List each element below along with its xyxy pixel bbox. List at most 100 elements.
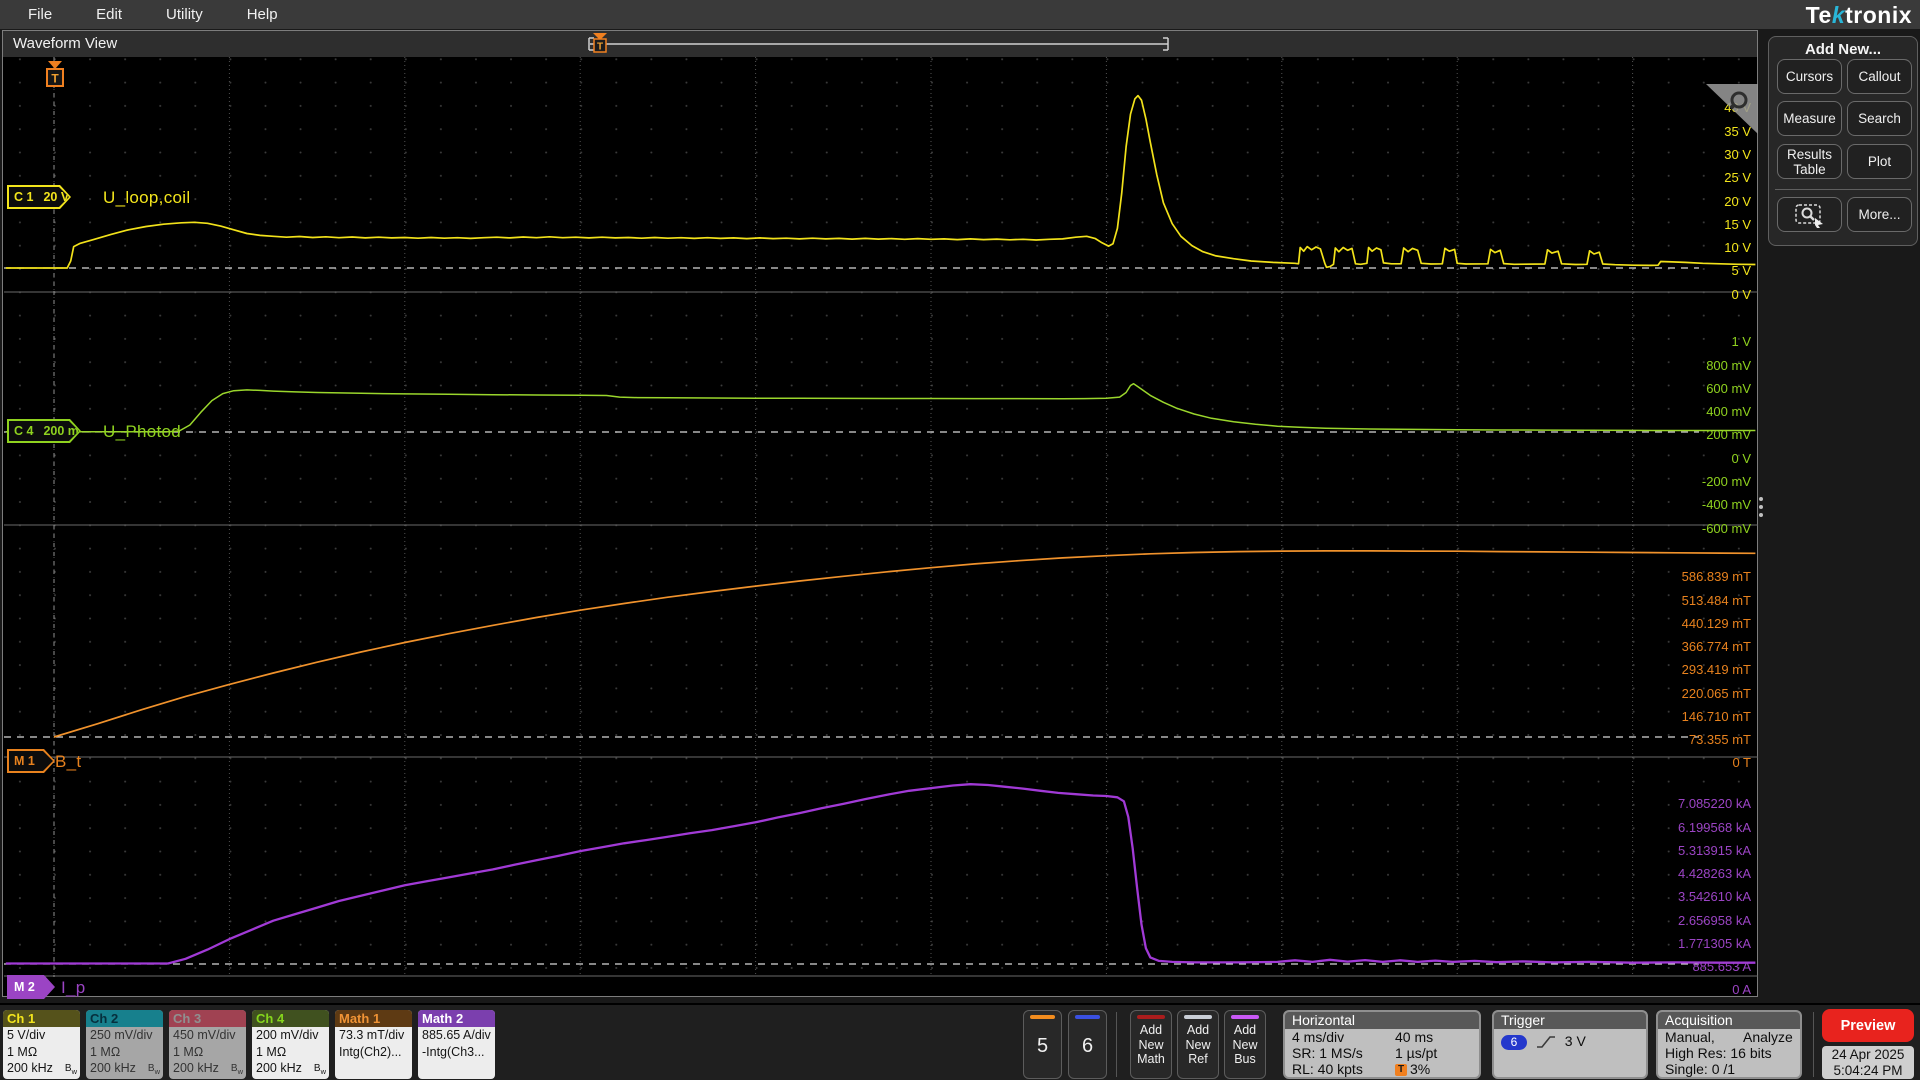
- badge-text: M 2: [14, 980, 35, 994]
- scope-button-6[interactable]: 6: [1068, 1010, 1107, 1079]
- axis-tick-label: 366.774 mT: [1681, 639, 1751, 655]
- channel-badge-m1[interactable]: M 1: [7, 749, 55, 773]
- acquisition-title: Acquisition: [1658, 1012, 1800, 1029]
- acq-mode: Manual,: [1665, 1029, 1715, 1045]
- axis-tick-label: 35 V: [1724, 123, 1751, 139]
- card-row: 73.3 mT/div: [339, 1028, 405, 1042]
- axis-tick-label: 586.839 mT: [1681, 569, 1751, 585]
- card-row: 1 MΩ: [256, 1044, 287, 1059]
- tektronix-logo: Tektronix: [1806, 2, 1912, 29]
- acquisition-panel[interactable]: Acquisition Manual, Analyze High Res: 16 …: [1656, 1010, 1802, 1079]
- add-new-results-table-button[interactable]: Results Table: [1777, 144, 1842, 179]
- graticule-dots: [4, 57, 1758, 977]
- svg-text:T: T: [597, 42, 603, 53]
- axis-tick-label: -200 mV: [1701, 474, 1751, 490]
- acq-resolution: High Res: 16 bits: [1665, 1045, 1772, 1061]
- axis-tick-label: 3.542610 kA: [1677, 889, 1751, 905]
- add-button-line: Add: [1233, 1023, 1257, 1037]
- record-length: RL: 40 kpts: [1292, 1061, 1363, 1077]
- logo-k: k: [1831, 2, 1846, 28]
- add-new-ref-button[interactable]: Add New Ref: [1177, 1010, 1219, 1079]
- axis-tick-label: 1.771305 kA: [1677, 935, 1751, 951]
- channel-badge-ch1[interactable]: C 1 20 V: [7, 185, 71, 209]
- axis-tick-label: 200 mV: [1706, 427, 1751, 443]
- axis-tick-label: 513.484 mT: [1681, 592, 1751, 608]
- channel-card-ch3[interactable]: Ch 3 450 mV/div 1 MΩ 200 kHz Bw: [169, 1010, 246, 1079]
- card-row: 1 MΩ: [90, 1044, 121, 1059]
- preview-button[interactable]: Preview: [1822, 1009, 1914, 1042]
- settings-bar: Ch 15 V/div 1 MΩ 200 kHz Bw Ch 2 250 mV/div 1 …: [0, 1003, 1920, 1080]
- channel-label-m1[interactable]: B_t: [55, 752, 81, 772]
- oscilloscope-screen: File Edit Utility Help Tektronix Waveform V…: [0, 0, 1920, 1080]
- bandwidth-limit-icon: Bw: [147, 1063, 160, 1076]
- zoom-select-button[interactable]: [1777, 197, 1842, 232]
- waveform-view-titlebar: Waveform View T: [3, 31, 1757, 58]
- channel-card-ch2[interactable]: Ch 2 250 mV/div 1 MΩ 200 kHz Bw: [86, 1010, 163, 1079]
- record-view-bar[interactable]: T: [3, 31, 1757, 57]
- waveform-plot-area[interactable]: T C 120 VU_loop,coil40 V35 V30 V25 V20 V…: [3, 57, 1758, 1022]
- card-row: 200 kHz: [256, 1061, 302, 1075]
- trigger-panel[interactable]: Trigger 6 3 V: [1492, 1010, 1648, 1079]
- channel-label-ch4[interactable]: U_Photod: [103, 422, 181, 442]
- add-button-line: Add: [1139, 1023, 1163, 1037]
- axis-tick-label: 30 V: [1724, 146, 1751, 162]
- axis-tick-label: 5 V: [1731, 263, 1751, 279]
- axis-tick-label: 293.419 mT: [1681, 662, 1751, 678]
- horizontal-window: 40 ms: [1395, 1029, 1434, 1045]
- menu-item-utility[interactable]: Utility: [150, 6, 219, 23]
- axis-tick-label: 4.428263 kA: [1677, 866, 1751, 882]
- trigger-source-badge: 6: [1501, 1034, 1527, 1050]
- badge-text: 20 V: [43, 190, 70, 204]
- menu-item-help[interactable]: Help: [231, 6, 294, 23]
- card-row: 200 kHz: [90, 1061, 136, 1075]
- card-row: Intg(Ch2)...: [339, 1044, 402, 1059]
- menu-item-file[interactable]: File: [12, 6, 68, 23]
- channel-card-ch4[interactable]: Ch 4 200 mV/div 1 MΩ 200 kHz Bw: [252, 1010, 329, 1079]
- horizontal-panel[interactable]: Horizontal 4 ms/div 40 ms SR: 1 MS/s 1 µs/…: [1283, 1010, 1481, 1079]
- panel-splitter-handle[interactable]: [1759, 497, 1763, 521]
- sample-interval: 1 µs/pt: [1395, 1045, 1438, 1061]
- scope-button-stripe: [1075, 1015, 1100, 1019]
- badge-text: C 1: [14, 190, 34, 204]
- badge-text: M 1: [14, 754, 35, 768]
- scope-button-5[interactable]: 5: [1023, 1010, 1062, 1079]
- waveform-view: Waveform View T T C 1 20 V U_loop,coil 3…: [2, 30, 1758, 1022]
- add-new-cursors-button[interactable]: Cursors: [1777, 59, 1842, 94]
- axis-tick-label: 5.313915 kA: [1677, 842, 1751, 858]
- channel-card-ch1[interactable]: Ch 15 V/div 1 MΩ 200 kHz Bw: [3, 1010, 80, 1079]
- axis-tick-label: 7.085220 kA: [1677, 796, 1751, 812]
- zoom-select-icon: [1794, 203, 1823, 228]
- menu-item-edit[interactable]: Edit: [80, 6, 138, 23]
- add-new-bus-button[interactable]: Add New Bus: [1224, 1010, 1266, 1079]
- trigger-title: Trigger: [1494, 1012, 1646, 1029]
- add-button-line: Add: [1186, 1023, 1210, 1037]
- add-new-search-button[interactable]: Search: [1847, 101, 1912, 136]
- add-new-callout-button[interactable]: Callout: [1847, 59, 1912, 94]
- logo-pre: Te: [1805, 2, 1832, 28]
- card-title: Ch 3: [169, 1010, 246, 1027]
- add-new-plot-button[interactable]: Plot: [1847, 144, 1912, 179]
- channel-badge-ch4[interactable]: C 4 200 mV: [7, 419, 81, 443]
- add-button-stripe: [1137, 1015, 1165, 1019]
- more-button[interactable]: More...: [1847, 197, 1912, 232]
- axis-tick-label: 1 V: [1731, 334, 1751, 350]
- rising-edge-icon: [1536, 1036, 1555, 1049]
- axis-tick-label: 0 V: [1731, 450, 1751, 466]
- horizontal-scale: 4 ms/div: [1292, 1029, 1345, 1045]
- datetime-display[interactable]: 24 Apr 2025 5:04:24 PM: [1822, 1046, 1914, 1079]
- waveform-traces-canvas: T: [4, 57, 1758, 977]
- horizontal-title: Horizontal: [1285, 1012, 1479, 1029]
- axis-tick-label: 400 mV: [1706, 404, 1751, 420]
- card-row: 1 MΩ: [7, 1044, 38, 1059]
- channel-badge-m2[interactable]: M 2: [7, 975, 55, 999]
- channel-card-math2[interactable]: Math 2 885.65 A/div -Intg(Ch3...: [418, 1010, 495, 1079]
- card-row: 5 V/div: [7, 1028, 46, 1042]
- channel-label-ch1[interactable]: U_loop,coil: [103, 188, 190, 208]
- svg-text:T: T: [51, 72, 59, 86]
- add-new-math-button[interactable]: Add New Math: [1130, 1010, 1172, 1079]
- axis-tick-label: 0 A: [1732, 982, 1751, 998]
- channel-card-math1[interactable]: Math 1 73.3 mT/div Intg(Ch2)...: [335, 1010, 412, 1079]
- channel-label-m2[interactable]: I_p: [61, 978, 86, 998]
- add-button-stripe: [1231, 1015, 1259, 1019]
- add-new-measure-button[interactable]: Measure: [1777, 101, 1842, 136]
